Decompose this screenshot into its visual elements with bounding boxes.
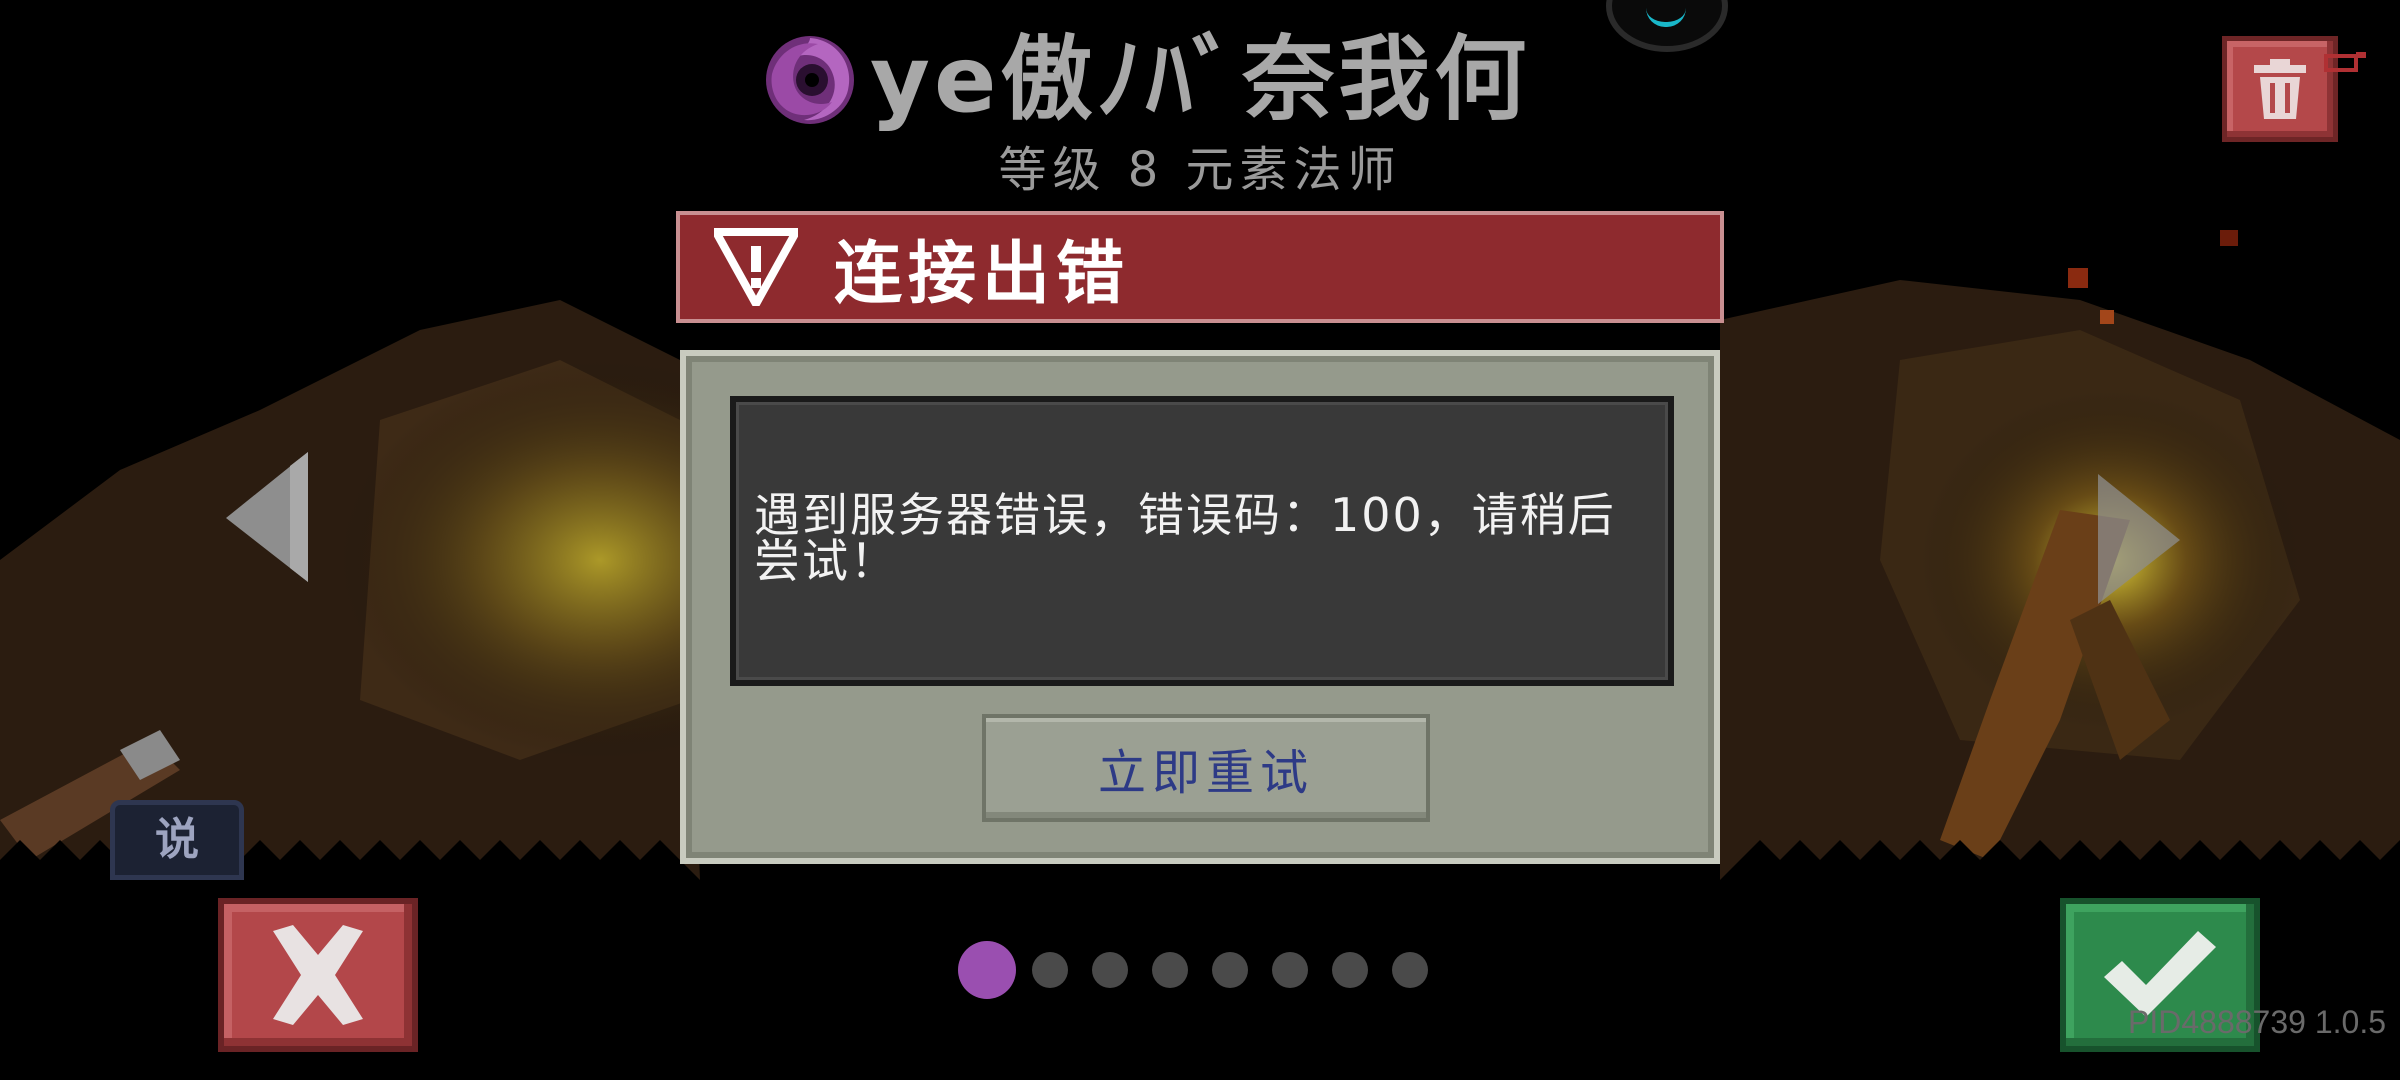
chat-tile-label: 说 <box>155 814 199 865</box>
error-dialog-panel: 遇到服务器错误，错误码：100，请稍后尝试！ 立即重试 <box>680 350 1720 864</box>
vortex-icon <box>766 36 854 124</box>
arrow-left-icon[interactable] <box>226 452 308 582</box>
chat-tile[interactable]: 说 <box>110 800 244 880</box>
trash-icon <box>2254 59 2306 119</box>
delete-button[interactable] <box>2222 36 2338 142</box>
player-header: ye傲ﾉﾊﾞ奈我何 <box>760 30 1530 130</box>
build-info: PID4888739 1.0.5 <box>2128 1004 2386 1040</box>
page-dot[interactable] <box>1092 952 1128 988</box>
page-dot[interactable] <box>1332 952 1368 988</box>
cancel-button[interactable] <box>218 898 418 1052</box>
page-dot[interactable] <box>1272 952 1308 988</box>
error-message: 遇到服务器错误，错误码：100，请稍后尝试！ <box>754 488 1616 588</box>
error-title: 连接出错 <box>834 234 1131 314</box>
page-dot[interactable] <box>1032 952 1068 988</box>
page-dot-active[interactable] <box>958 941 1016 999</box>
arrow-right-icon[interactable] <box>2098 474 2180 604</box>
error-dialog-header: 连接出错 <box>676 211 1724 323</box>
page-dot[interactable] <box>1212 952 1248 988</box>
game-screen: ye傲ﾉﾊﾞ奈我何 等级 8 元素法师 连接出错 遇到服务器错误，错误码：100… <box>0 0 2400 1080</box>
warning-triangle-icon <box>714 228 798 306</box>
delete-tag-icon <box>2324 52 2366 72</box>
page-indicator <box>958 940 1452 1000</box>
message-box: 遇到服务器错误，错误码：100，请稍后尝试！ <box>730 396 1674 686</box>
x-icon <box>273 925 363 1025</box>
player-level: 等级 8 元素法师 <box>998 142 1402 198</box>
page-dot[interactable] <box>1152 952 1188 988</box>
page-dot[interactable] <box>1392 952 1428 988</box>
retry-label: 立即重试 <box>1097 745 1314 801</box>
player-name: ye傲ﾉﾊﾞ奈我何 <box>870 26 1531 133</box>
retry-button[interactable]: 立即重试 <box>982 714 1430 822</box>
